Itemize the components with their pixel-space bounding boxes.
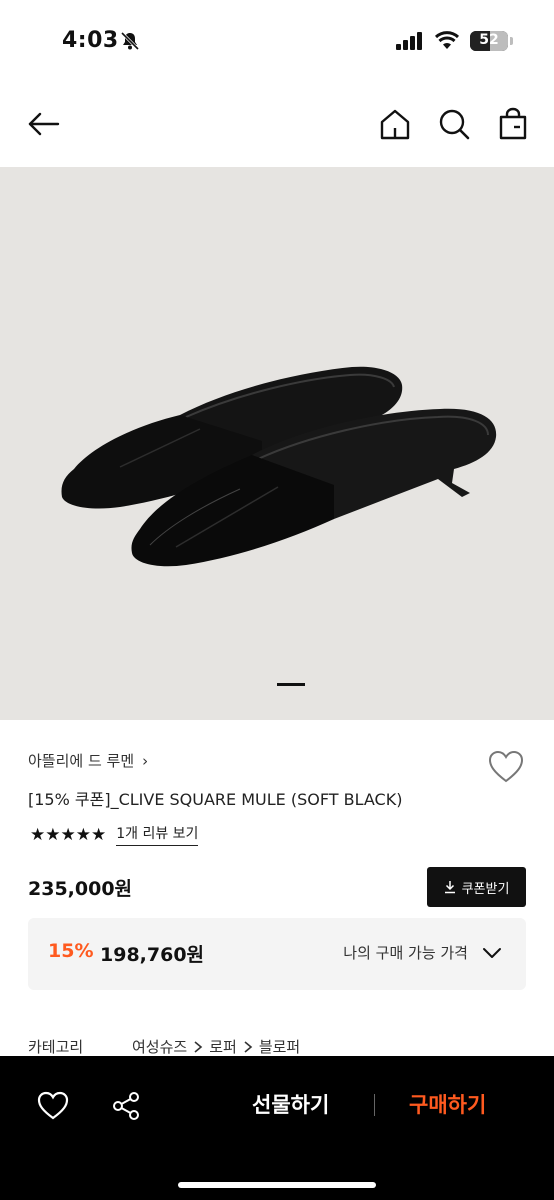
battery-indicator: 52 xyxy=(470,31,508,51)
discount-rate: 15% xyxy=(48,940,94,962)
my-price-toggle[interactable]: 나의 구매 가능 가격 xyxy=(343,942,502,963)
original-price: 235,000원 xyxy=(28,878,133,900)
bottom-action-bar: 선물하기 구매하기 xyxy=(0,1056,554,1200)
chevron-right-icon: › xyxy=(142,751,149,770)
chevron-right-icon xyxy=(244,1040,253,1053)
my-price-label: 나의 구매 가능 가격 xyxy=(343,944,468,962)
arrow-left-icon[interactable] xyxy=(26,106,62,142)
category-item[interactable]: 로퍼 xyxy=(209,1036,237,1057)
mule-shoes-photo xyxy=(61,366,497,567)
status-time: 4:03 xyxy=(62,28,119,53)
category-label: 카테고리 xyxy=(28,1038,84,1056)
product-name: [15% 쿠폰]_CLIVE SQUARE MULE (SOFT BLACK) xyxy=(28,790,403,809)
category-item[interactable]: 블로퍼 xyxy=(259,1036,300,1057)
battery-percent: 52 xyxy=(479,32,499,48)
coupon-label: 쿠폰받기 xyxy=(461,881,510,897)
buy-button[interactable]: 구매하기 xyxy=(409,1089,486,1119)
shopping-bag-icon[interactable] xyxy=(495,106,531,142)
brand-link[interactable]: 아뜰리에 드 루멘 › xyxy=(28,750,148,771)
home-indicator[interactable] xyxy=(178,1182,376,1188)
battery-cap xyxy=(510,37,513,45)
search-icon[interactable] xyxy=(436,106,472,142)
discount-price: 198,760원 xyxy=(100,944,205,966)
category-breadcrumb: 여성슈즈 로퍼 블로퍼 xyxy=(132,1036,300,1057)
category-row: 카테고리 여성슈즈 로퍼 블로퍼 xyxy=(28,1036,300,1057)
share-icon[interactable] xyxy=(110,1090,142,1122)
review-link[interactable]: 1개 리뷰 보기 xyxy=(116,823,199,846)
heart-icon[interactable] xyxy=(37,1090,69,1122)
home-icon[interactable] xyxy=(377,106,413,142)
chevron-down-icon xyxy=(483,947,501,958)
discount-price-box: 15% 198,760원 나의 구매 가능 가격 xyxy=(28,918,526,990)
download-icon xyxy=(444,881,455,894)
bell-slash-icon xyxy=(120,31,140,51)
divider xyxy=(374,1094,375,1116)
wishlist-heart-icon[interactable] xyxy=(488,750,524,784)
wifi-icon xyxy=(434,31,460,49)
top-nav xyxy=(0,90,554,162)
gift-button[interactable]: 선물하기 xyxy=(252,1089,329,1119)
status-bar: 4:03 52 xyxy=(0,0,554,84)
chevron-right-icon xyxy=(194,1040,203,1053)
rating-row: ★★★★★ 1개 리뷰 보기 xyxy=(30,823,199,846)
slide-indicator xyxy=(277,683,305,686)
cell-signal-icon xyxy=(396,32,422,50)
star-rating: ★★★★★ xyxy=(30,824,107,845)
category-item[interactable]: 여성슈즈 xyxy=(132,1036,187,1057)
brand-name: 아뜰리에 드 루멘 xyxy=(28,752,135,770)
product-image[interactable] xyxy=(0,167,554,720)
coupon-download-button[interactable]: 쿠폰받기 xyxy=(427,867,526,907)
